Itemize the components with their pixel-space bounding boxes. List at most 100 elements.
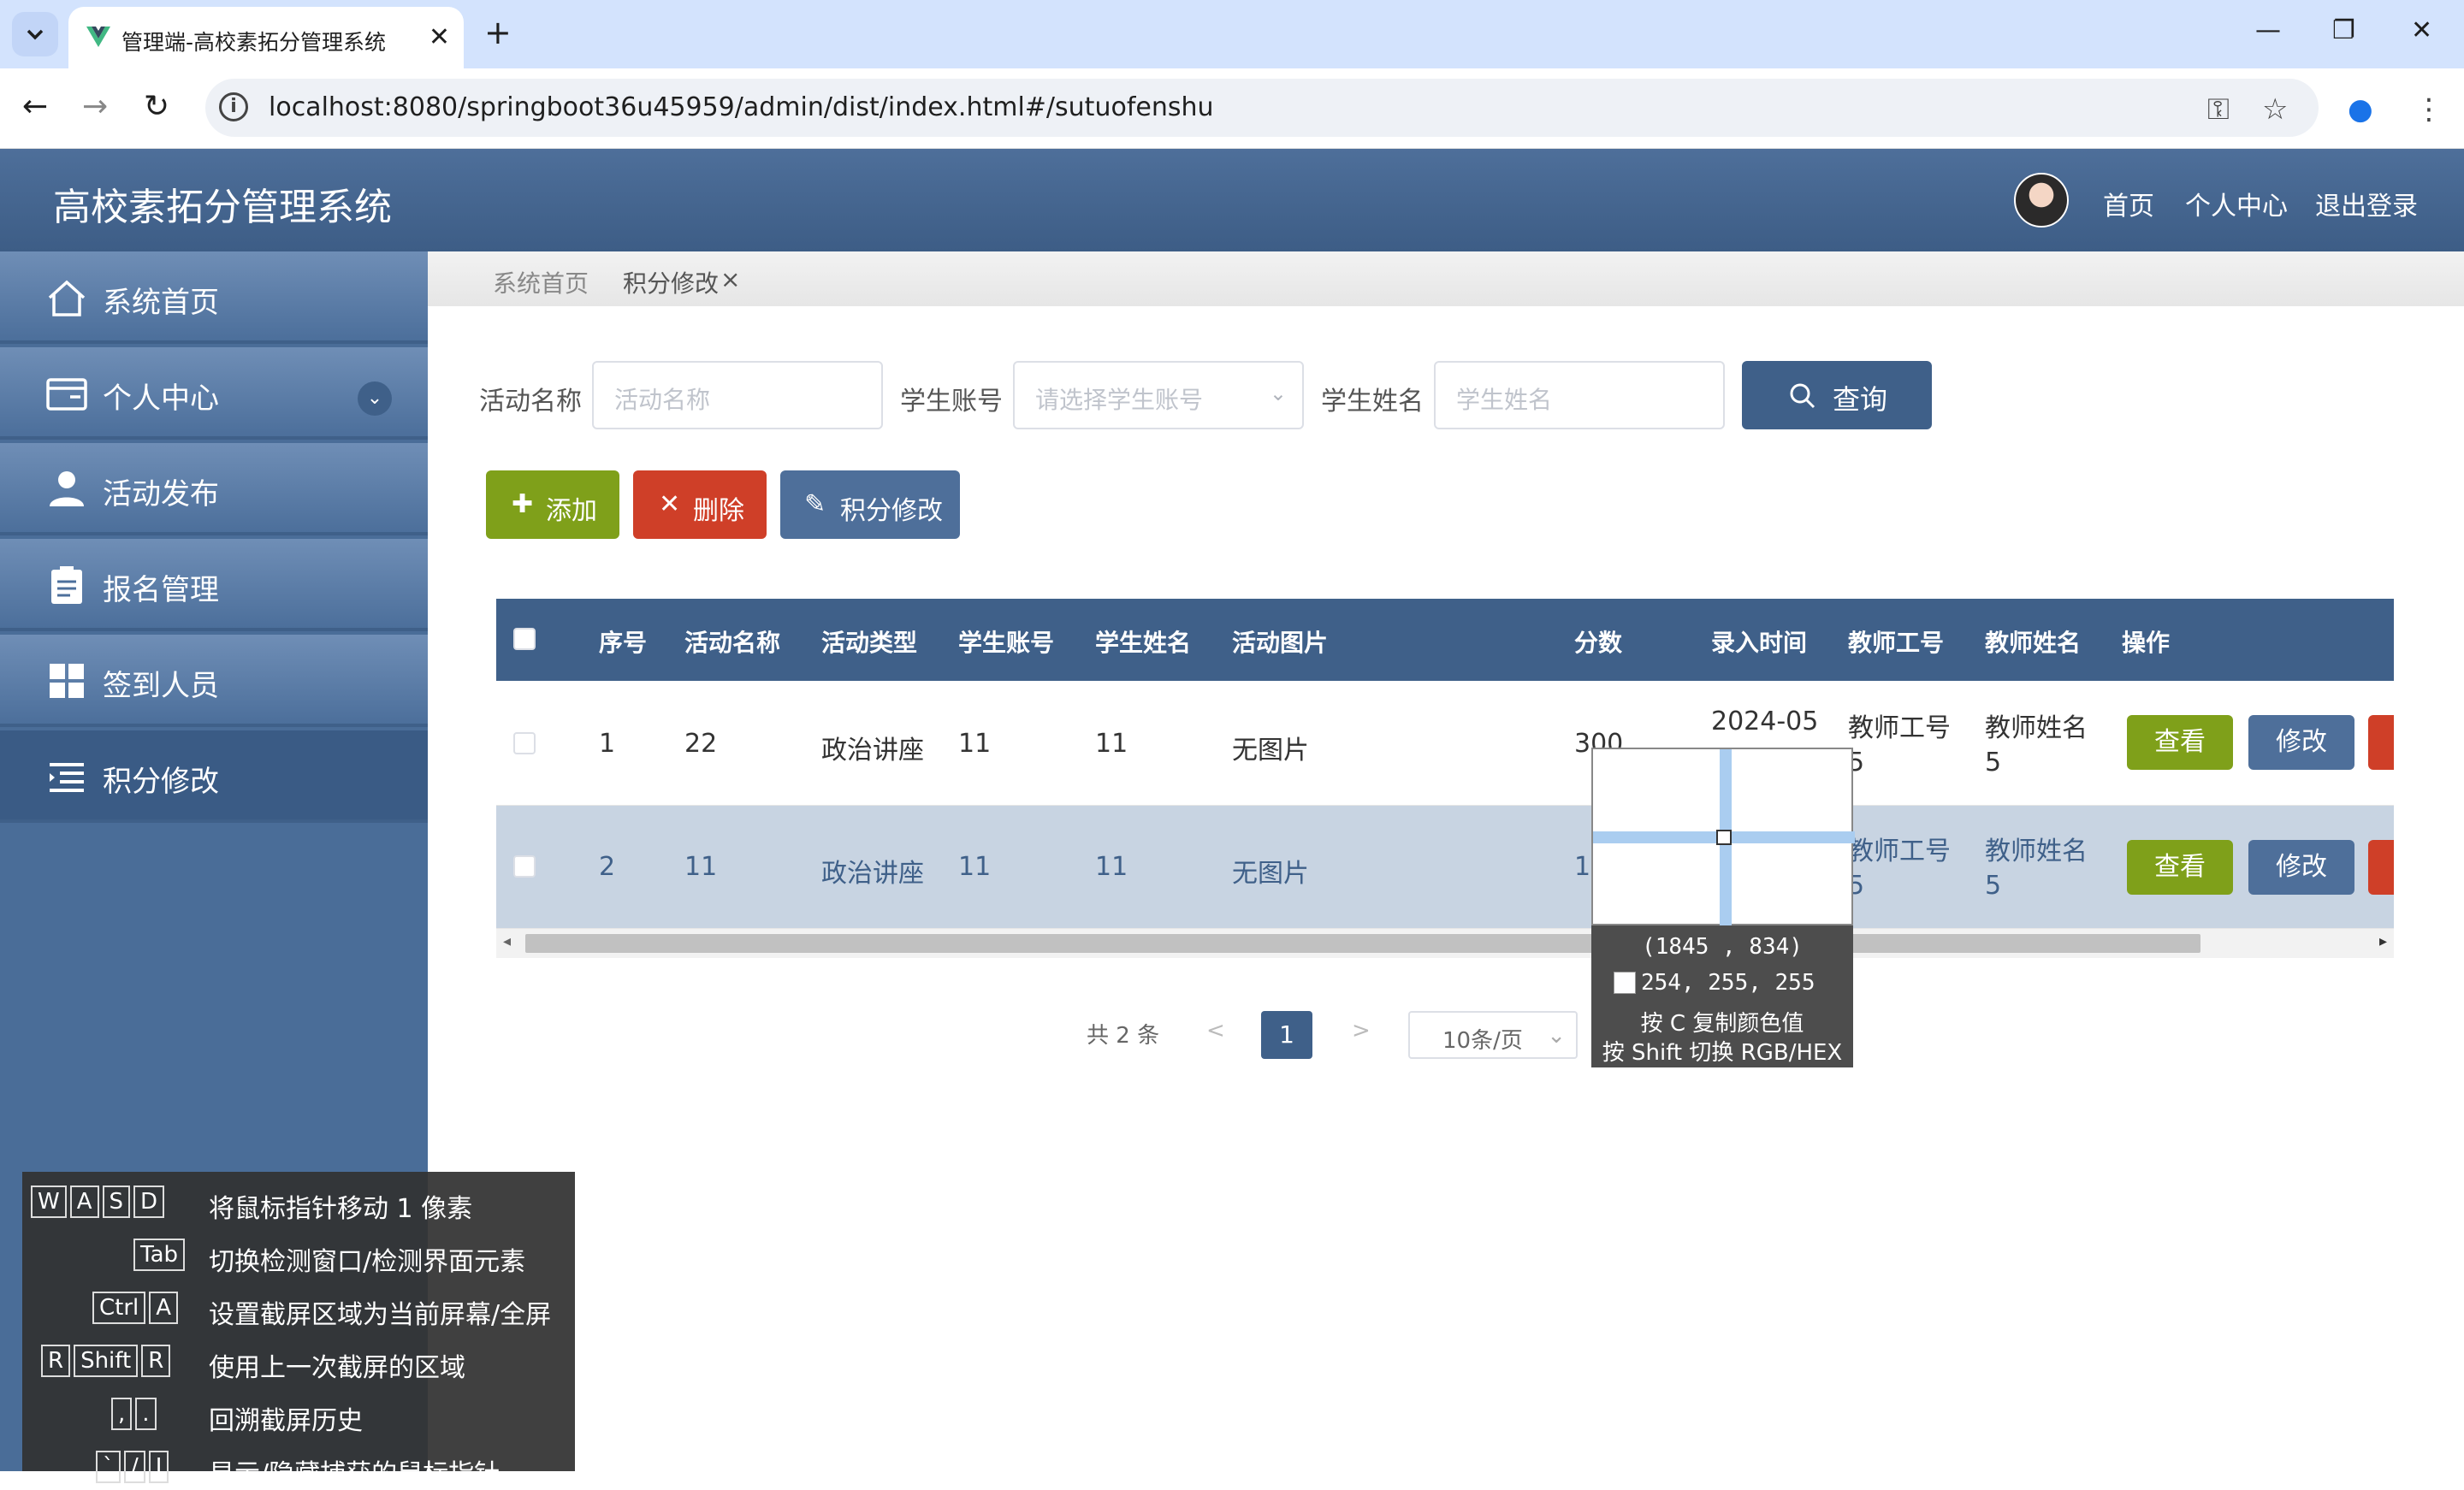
row-checkbox[interactable]: [513, 855, 536, 878]
restore-icon[interactable]: ❐: [2332, 15, 2355, 45]
student-account-label: 学生账号: [900, 387, 1003, 417]
scrollbar-thumb[interactable]: [525, 934, 2200, 953]
delete-button[interactable]: ✕ 删除: [633, 470, 767, 539]
student-account-select[interactable]: 请选择学生账号 ⌄: [1013, 361, 1304, 429]
pagination-next[interactable]: >: [1352, 1018, 1371, 1044]
column-header: 活动类型: [821, 629, 918, 657]
sidebar-item-checkin[interactable]: 签到人员: [0, 635, 428, 727]
cell-type: 政治讲座: [821, 736, 924, 766]
picker-hint-copy: 按 C 复制颜色值: [1640, 1011, 1804, 1037]
scroll-left-icon[interactable]: ◂: [503, 932, 511, 950]
add-button[interactable]: ✚ 添加: [486, 470, 619, 539]
browser-menu-icon[interactable]: ⋮: [2414, 92, 2443, 127]
cell-teacher-name: 教师姓名: [1985, 713, 2088, 743]
score-edit-button-label: 积分修改: [840, 496, 943, 526]
scroll-right-icon[interactable]: ▸: [2379, 932, 2387, 950]
minimize-icon[interactable]: —: [2255, 15, 2281, 45]
password-key-icon[interactable]: ⚿: [2207, 92, 2230, 127]
breadcrumb-current[interactable]: 积分修改: [623, 265, 719, 299]
column-header: 活动图片: [1232, 629, 1329, 657]
breadcrumb: 系统首页 积分修改 ×: [428, 251, 2464, 306]
column-header: 教师姓名: [1985, 629, 2082, 657]
pagination-total: 共 2 条: [1087, 1023, 1160, 1049]
delete-row-button[interactable]: [2368, 715, 2394, 770]
pagination-prev[interactable]: <: [1206, 1018, 1225, 1044]
header-link-home[interactable]: 首页: [2103, 185, 2154, 222]
browser-tab-active[interactable]: 管理端-高校素拓分管理系统 ✕: [68, 7, 464, 68]
tab-search-button[interactable]: [12, 12, 58, 56]
student-name-placeholder: 学生姓名: [1456, 386, 1553, 414]
delete-row-button[interactable]: [2368, 840, 2394, 895]
table-header: 序号 活动名称 活动类型 学生账号 学生姓名 活动图片 分数 录入时间 教师工号…: [496, 599, 2394, 681]
student-name-input[interactable]: 学生姓名: [1434, 361, 1725, 429]
column-header: 活动名称: [684, 629, 781, 657]
chevron-down-icon[interactable]: ⌄: [358, 381, 392, 416]
cell-type: 政治讲座: [821, 859, 924, 889]
reload-icon[interactable]: ↻: [144, 89, 169, 124]
search-button[interactable]: 查询: [1742, 361, 1932, 429]
view-button[interactable]: 查看: [2127, 840, 2233, 895]
select-all-checkbox[interactable]: [513, 628, 536, 650]
url-text: localhost:8080/springboot36u45959/admin/…: [269, 92, 1214, 122]
window-close-icon[interactable]: ✕: [2411, 15, 2432, 45]
address-bar[interactable]: i localhost:8080/springboot36u45959/admi…: [205, 79, 2319, 137]
new-tab-icon[interactable]: +: [484, 14, 512, 51]
column-header: 分数: [1574, 629, 1623, 657]
cell-account: 11: [958, 729, 992, 759]
key: /: [124, 1451, 145, 1483]
edit-button[interactable]: 修改: [2248, 840, 2354, 895]
horizontal-scrollbar[interactable]: ◂ ▸: [496, 929, 2394, 958]
sidebar-item-label: 个人中心: [103, 381, 219, 416]
view-button[interactable]: 查看: [2127, 715, 2233, 770]
header-link-profile[interactable]: 个人中心: [2185, 185, 2288, 222]
site-info-icon[interactable]: i: [219, 92, 248, 121]
sidebar-item-registration[interactable]: 报名管理: [0, 539, 428, 631]
key: I: [148, 1451, 169, 1483]
page-size-value: 10条/页: [1442, 1028, 1523, 1054]
column-header: 录入时间: [1711, 629, 1808, 657]
column-header: 学生账号: [958, 629, 1055, 657]
activity-name-input[interactable]: 活动名称: [592, 361, 883, 429]
score-edit-button[interactable]: ✎ 积分修改: [780, 470, 960, 539]
avatar[interactable]: [2014, 173, 2069, 228]
header-link-logout[interactable]: 退出登录: [2315, 185, 2418, 222]
edit-button[interactable]: 修改: [2248, 715, 2354, 770]
table-row[interactable]: 1 22 政治讲座 11 11 无图片 300 2024-05 教师工号 5 教…: [496, 681, 2394, 806]
profile-icon[interactable]: ●: [2348, 92, 2373, 127]
sidebar-item-activity-publish[interactable]: 活动发布: [0, 443, 428, 535]
row-checkbox[interactable]: [513, 732, 536, 754]
key: Tab: [133, 1239, 186, 1271]
tab-close-icon[interactable]: ✕: [429, 22, 450, 52]
cell-no: 2: [599, 852, 616, 882]
cell-no: 1: [599, 729, 616, 759]
key: R: [41, 1345, 71, 1377]
app-title: 高校素拓分管理系统: [53, 186, 392, 229]
page-size-select[interactable]: 10条/页 ⌄: [1408, 1011, 1578, 1059]
crosshair-center: [1716, 830, 1732, 845]
cell-activity: 11: [684, 852, 718, 882]
key: D: [133, 1185, 165, 1218]
help-keys-comma-period: ,.: [111, 1398, 160, 1430]
breadcrumb-home[interactable]: 系统首页: [493, 265, 589, 299]
bookmark-star-icon[interactable]: ☆: [2262, 92, 2288, 127]
sidebar-item-profile[interactable]: 个人中心 ⌄: [0, 347, 428, 440]
sidebar-item-home[interactable]: 系统首页: [0, 251, 428, 344]
pagination-current-page[interactable]: 1: [1261, 1011, 1312, 1059]
search-button-label: 查询: [1833, 383, 1888, 416]
sidebar-item-label: 活动发布: [103, 477, 219, 511]
help-desc: 显示/隐藏捕获的鼠标指针: [209, 1459, 500, 1489]
browser-toolbar: ← → ↻ i localhost:8080/springboot36u4595…: [0, 68, 2464, 149]
breadcrumb-close-icon[interactable]: ×: [720, 265, 740, 293]
back-icon[interactable]: ←: [22, 89, 48, 124]
app-header: 高校素拓分管理系统 首页 个人中心 退出登录: [0, 149, 2464, 251]
table-row[interactable]: 2 11 政治讲座 11 11 无图片 10 教师工号 5 教师姓名 5 查看 …: [496, 806, 2394, 929]
key: .: [135, 1398, 157, 1430]
pencil-icon: ✎: [804, 489, 826, 519]
help-desc: 切换检测窗口/检测界面元素: [209, 1247, 526, 1277]
forward-icon[interactable]: →: [82, 89, 108, 124]
sidebar-item-score-edit[interactable]: 积分修改: [0, 730, 428, 823]
help-keys-ctrl-a: Ctrl A: [92, 1292, 181, 1324]
key: A: [69, 1185, 99, 1218]
help-desc: 将鼠标指针移动 1 像素: [209, 1194, 473, 1224]
home-icon: [48, 280, 86, 316]
